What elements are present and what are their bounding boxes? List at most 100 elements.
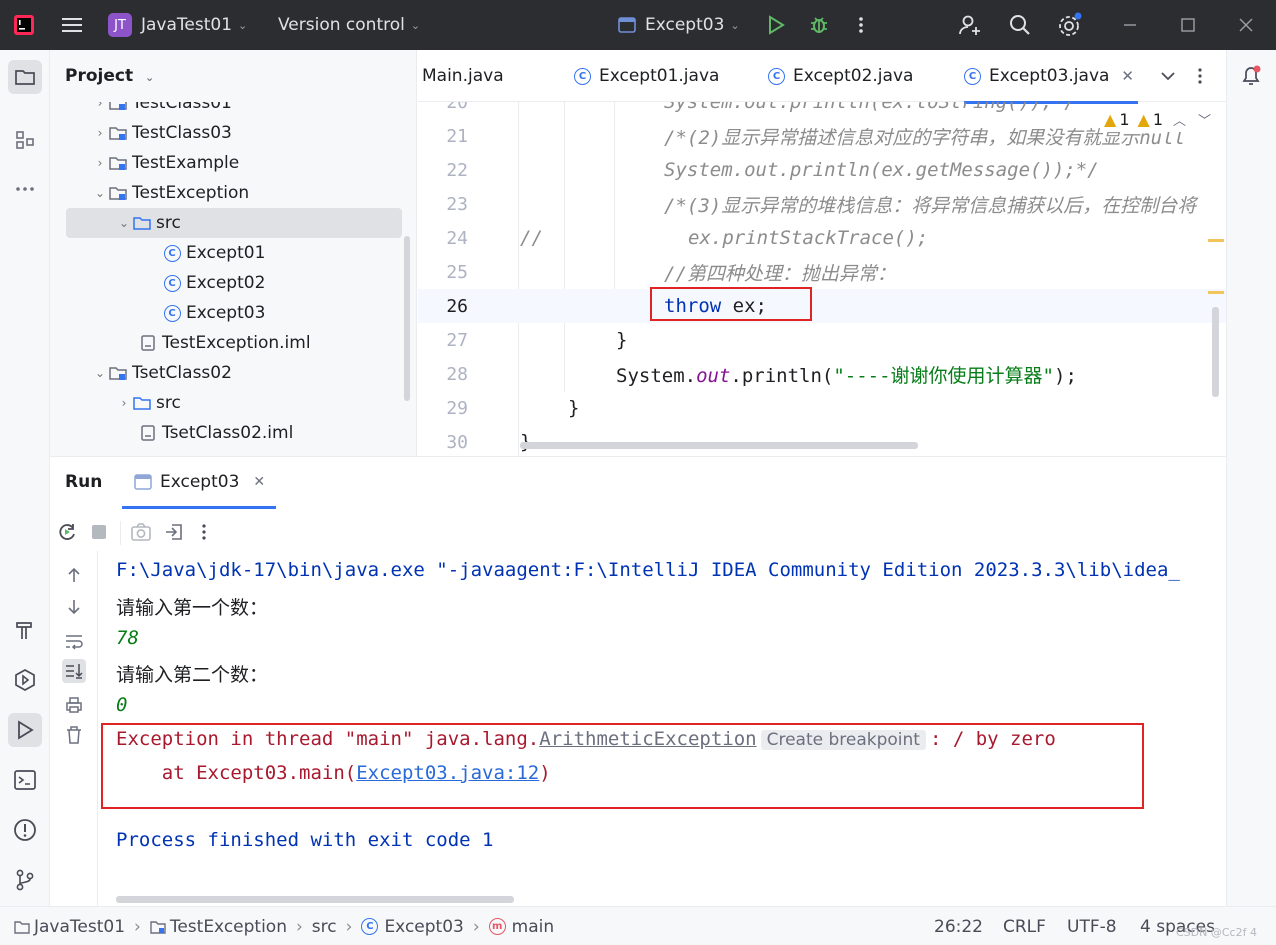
code-string: "----谢谢你使用计算器": [833, 364, 1054, 387]
breadcrumb-item[interactable]: JavaTest01: [34, 917, 125, 937]
tree-item-tsetclass02[interactable]: ⌄ TsetClass02: [66, 358, 402, 388]
status-bar: JavaTest01 › TestException › src › C Exc…: [0, 906, 1276, 945]
arrow-up-icon[interactable]: [62, 563, 86, 587]
close-window-icon[interactable]: [1238, 0, 1254, 50]
run-config-label: Except03: [645, 15, 725, 35]
project-name: JavaTest01: [141, 15, 233, 35]
debug-icon[interactable]: [808, 0, 830, 50]
tree-item-testexample[interactable]: › TestExample: [66, 148, 402, 178]
tree-item-label: Except01: [186, 243, 266, 263]
run-tool-icon[interactable]: [8, 713, 42, 747]
chevron-up-icon[interactable]: ︿: [1173, 110, 1186, 129]
line-separator[interactable]: CRLF: [1003, 907, 1046, 945]
arrow-down-icon[interactable]: [62, 595, 86, 619]
caret-position[interactable]: 26:22: [934, 907, 983, 945]
tree-item-testclass03[interactable]: › TestClass03: [66, 118, 402, 148]
line-number: 23: [446, 193, 468, 215]
tabs-dropdown-icon[interactable]: [1160, 50, 1176, 102]
search-icon[interactable]: [1008, 0, 1032, 50]
editor-scrollbar[interactable]: [1212, 307, 1219, 397]
project-panel-header[interactable]: Project ⌄: [65, 66, 154, 86]
class-icon: C: [162, 244, 182, 262]
soft-wrap-icon[interactable]: [62, 629, 86, 653]
tree-item-label: src: [156, 393, 181, 413]
title-bar: JT JavaTest01 ⌄ Version control ⌄ Except…: [0, 0, 1276, 50]
code-line-29: 29 }: [418, 391, 1218, 425]
trash-icon[interactable]: [62, 723, 86, 747]
intellij-logo-icon[interactable]: [12, 0, 36, 50]
more-actions-icon[interactable]: [200, 522, 208, 542]
build-hammer-icon[interactable]: [8, 613, 42, 647]
print-icon[interactable]: [62, 693, 86, 717]
project-folder-icon[interactable]: [8, 60, 42, 94]
more-tools-icon[interactable]: [8, 172, 42, 206]
code-text: }: [568, 397, 580, 419]
file-encoding[interactable]: UTF-8: [1067, 907, 1117, 945]
editor: Main.java C Except01.java C Except02.jav…: [418, 50, 1276, 456]
console-hscrollbar[interactable]: [116, 896, 514, 903]
breadcrumb-item[interactable]: src: [312, 917, 337, 937]
tab-except03-java[interactable]: C Except03.java ✕: [964, 50, 1138, 104]
vcs-menu[interactable]: Version control ⌄: [278, 0, 420, 50]
tab-except01-java[interactable]: C Except01.java: [574, 50, 719, 102]
code-text: }: [616, 329, 628, 351]
stop-icon[interactable]: [90, 523, 108, 541]
rerun-icon[interactable]: [56, 521, 78, 543]
class-icon: C: [964, 67, 981, 85]
tree-item-except03[interactable]: C Except03: [66, 298, 402, 328]
run-icon[interactable]: [765, 0, 787, 50]
tab-main-java[interactable]: Main.java: [422, 50, 504, 102]
settings-gear-icon[interactable]: [1057, 0, 1083, 50]
highlight-box: [650, 287, 812, 321]
tree-item-testexception[interactable]: ⌄ TestException: [66, 178, 402, 208]
tree-item-testclass01[interactable]: › TestClass01: [66, 102, 402, 118]
code-area[interactable]: 20 System.out.println(ex.toString());*/ …: [418, 102, 1276, 456]
source-folder-icon: [132, 214, 152, 232]
tree-item-except02[interactable]: C Except02: [66, 268, 402, 298]
structure-icon[interactable]: [8, 123, 42, 157]
project-scrollbar[interactable]: [404, 236, 410, 401]
exit-icon[interactable]: [164, 522, 184, 542]
problems-icon[interactable]: [8, 813, 42, 847]
tree-item-label: TsetClass02.iml: [162, 423, 294, 443]
right-tool-strip: [1226, 50, 1276, 906]
tab-except02-java[interactable]: C Except02.java: [768, 50, 913, 102]
scroll-to-end-icon[interactable]: [62, 659, 86, 683]
tree-item-except01[interactable]: C Except01: [66, 238, 402, 268]
minimize-icon[interactable]: [1122, 0, 1138, 50]
camera-icon[interactable]: [130, 522, 152, 542]
tree-item-tsetclass02-iml[interactable]: TsetClass02.iml: [66, 418, 402, 448]
run-panel-title: Run: [65, 472, 103, 492]
terminal-icon[interactable]: [8, 763, 42, 797]
tree-item-src[interactable]: ⌄ src: [66, 208, 402, 238]
notifications-bell-icon[interactable]: [1239, 64, 1263, 88]
chevron-down-icon: ⌄: [118, 216, 130, 230]
project-switcher[interactable]: JT JavaTest01 ⌄: [108, 0, 247, 50]
tree-item-label: TestClass01: [132, 102, 232, 113]
chevron-down-icon: ⌄: [94, 186, 106, 200]
tree-item-testexception-iml[interactable]: TestException.iml: [66, 328, 402, 358]
warning-icon: ▲: [1104, 109, 1117, 129]
tabs-more-icon[interactable]: [1196, 50, 1204, 102]
services-icon[interactable]: [8, 663, 42, 697]
breadcrumb-item[interactable]: Except03: [384, 917, 463, 937]
main-menu-icon[interactable]: [60, 0, 84, 50]
run-config-selector[interactable]: Except03 ⌄: [618, 0, 740, 50]
inspection-widget[interactable]: ▲ 1 ▲ 1 ︿ ﹀: [1100, 106, 1216, 132]
git-branch-icon[interactable]: [8, 863, 42, 897]
close-tab-icon[interactable]: ✕: [1121, 67, 1134, 85]
module-folder-icon: [108, 184, 128, 202]
more-actions-icon[interactable]: [852, 0, 870, 50]
class-icon: C: [361, 918, 379, 935]
close-tab-icon[interactable]: ✕: [253, 474, 265, 490]
tree-item-src-2[interactable]: › src: [66, 388, 402, 418]
run-panel-header: Run Except03 ✕: [50, 457, 1276, 509]
chevron-down-icon[interactable]: ﹀: [1198, 110, 1211, 129]
breadcrumb-item[interactable]: main: [512, 917, 554, 937]
breadcrumb-item[interactable]: TestException: [170, 917, 287, 937]
maximize-icon[interactable]: [1180, 0, 1196, 50]
run-tab-except03[interactable]: Except03 ✕: [122, 457, 276, 509]
run-side-toolbar: [50, 551, 98, 907]
editor-hscrollbar[interactable]: [520, 442, 918, 449]
add-user-icon[interactable]: [958, 0, 982, 50]
